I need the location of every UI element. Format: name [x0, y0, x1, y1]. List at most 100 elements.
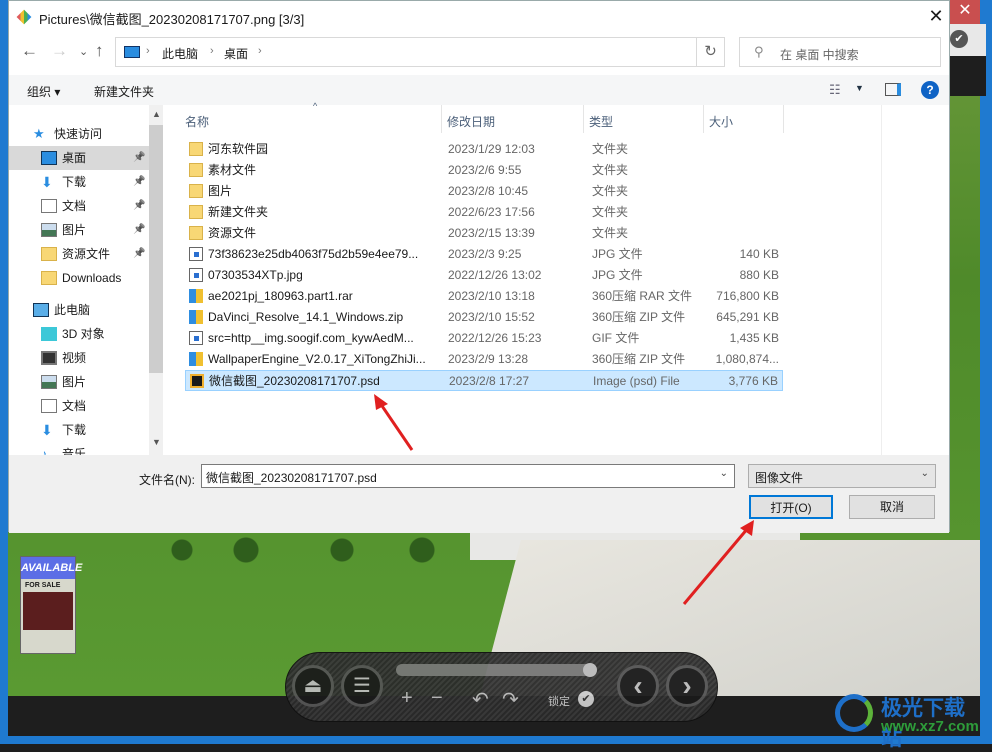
- file-type-value: 图像文件: [755, 471, 804, 485]
- file-date: 2023/2/8 17:27: [449, 374, 530, 388]
- back-button[interactable]: ←: [21, 41, 38, 61]
- menu-button[interactable]: ☰: [341, 665, 383, 707]
- column-type[interactable]: 类型: [589, 113, 613, 130]
- pin-icon[interactable]: 📌: [133, 242, 145, 266]
- file-name: src=http__img.soogif.com_kywAedM...: [208, 331, 414, 345]
- file-name: 新建文件夹: [208, 205, 269, 219]
- video-icon: [41, 351, 57, 365]
- file-row[interactable]: src=http__img.soogif.com_kywAedM... 2022/…: [185, 328, 783, 349]
- open-file-dialog: Pictures\微信截图_20230208171707.png [3/3] ✕…: [8, 0, 950, 533]
- sidebar-item[interactable]: ♪ 音乐: [9, 442, 149, 455]
- file-row[interactable]: 新建文件夹 2022/6/23 17:56 文件夹: [185, 202, 783, 223]
- file-type: 360压缩 ZIP 文件: [592, 310, 686, 324]
- photo-bushes: [150, 535, 470, 565]
- computer-icon: [124, 46, 140, 58]
- sidebar-item[interactable]: 图片 📌: [9, 218, 149, 242]
- sidebar-item[interactable]: ⬇ 下载 📌: [9, 170, 149, 194]
- file-row[interactable]: 73f38623e25db4063f75d2b59e4ee79... 2023/2…: [185, 244, 783, 265]
- file-type: Image (psd) File: [593, 374, 680, 388]
- file-row[interactable]: DaVinci_Resolve_14.1_Windows.zip 2023/2/1…: [185, 307, 783, 328]
- search-icon: ⚲: [754, 44, 764, 59]
- scroll-up-icon[interactable]: ▲: [152, 109, 161, 119]
- sidebar-item[interactable]: 3D 对象: [9, 322, 149, 346]
- file-size: 140 KB: [739, 247, 779, 261]
- file-name: WallpaperEngine_V2.0.17_XiTongZhiJi...: [208, 352, 426, 366]
- previous-button[interactable]: ‹: [617, 665, 659, 707]
- file-row[interactable]: 微信截图_20230208171707.psd 2023/2/8 17:27 Ima…: [185, 370, 783, 391]
- progress-slider[interactable]: [396, 664, 596, 676]
- cancel-button[interactable]: 取消: [849, 495, 935, 519]
- file-date: 2023/2/10 15:52: [448, 310, 535, 324]
- preview-pane-icon[interactable]: [885, 83, 901, 96]
- sign-for-sale: FOR SALE: [25, 582, 61, 589]
- new-folder-button[interactable]: 新建文件夹: [94, 83, 154, 100]
- breadcrumb-desktop[interactable]: 桌面: [224, 45, 248, 62]
- file-date: 2023/1/29 12:03: [448, 142, 535, 156]
- recent-locations-button[interactable]: ⌄: [79, 45, 88, 58]
- sidebar-item[interactable]: 文档 📌: [9, 194, 149, 218]
- check-icon[interactable]: ✔: [950, 30, 968, 48]
- viewer-close-button[interactable]: ✕: [950, 0, 980, 24]
- computer-icon: [33, 303, 49, 317]
- forward-button[interactable]: →: [51, 41, 68, 61]
- sidebar-item[interactable]: Downloads: [9, 266, 149, 290]
- file-row[interactable]: 07303534XTp.jpg 2022/12/26 13:02 JPG 文件 880…: [185, 265, 783, 286]
- file-row[interactable]: 河东软件园 2023/1/29 12:03 文件夹: [185, 139, 783, 160]
- view-dropdown-icon[interactable]: ▼: [855, 83, 864, 93]
- file-size: 3,776 KB: [728, 374, 778, 388]
- file-date: 2022/12/26 13:02: [448, 268, 542, 282]
- refresh-button[interactable]: ↻: [697, 37, 725, 67]
- pin-icon[interactable]: 📌: [133, 218, 145, 242]
- viewer-controls: ⏏ ☰ + − ↶ ↷ 锁定 ✔ ‹ ›: [285, 652, 718, 722]
- sidebar-item[interactable]: 文档: [9, 394, 149, 418]
- column-name[interactable]: 名称: [185, 113, 209, 130]
- file-type-select[interactable]: 图像文件 ⌄: [748, 464, 936, 488]
- file-row[interactable]: WallpaperEngine_V2.0.17_XiTongZhiJi... 20…: [185, 349, 783, 370]
- pin-icon[interactable]: 📌: [133, 170, 145, 194]
- next-button[interactable]: ›: [666, 665, 708, 707]
- file-type: JPG 文件: [592, 247, 643, 261]
- zoom-in-icon[interactable]: +: [401, 687, 413, 710]
- view-options-icon[interactable]: ☷: [829, 82, 841, 98]
- sidebar-item[interactable]: 此电脑: [9, 298, 149, 322]
- file-name: 素材文件: [208, 163, 257, 177]
- sidebar-item[interactable]: 视频: [9, 346, 149, 370]
- pin-icon[interactable]: 📌: [133, 194, 145, 218]
- eject-button[interactable]: ⏏: [292, 665, 334, 707]
- file-row[interactable]: 素材文件 2023/2/6 9:55 文件夹: [185, 160, 783, 181]
- rotate-left-icon[interactable]: ↶: [472, 687, 489, 712]
- sidebar-item-label: 资源文件: [62, 247, 111, 261]
- file-type: 文件夹: [592, 205, 629, 219]
- sidebar-item[interactable]: 资源文件 📌: [9, 242, 149, 266]
- pictures-icon: [41, 223, 57, 237]
- scroll-down-icon[interactable]: ▼: [152, 437, 161, 447]
- lock-checkbox[interactable]: ✔: [578, 691, 594, 707]
- help-icon[interactable]: ?: [921, 81, 939, 99]
- sign-available: AVAILABLE: [21, 557, 82, 579]
- close-button[interactable]: ✕: [925, 5, 947, 27]
- viewer-dark-strip: [950, 56, 986, 96]
- pin-icon[interactable]: 📌: [133, 146, 145, 170]
- address-bar[interactable]: › 此电脑 › 桌面 ›: [115, 37, 697, 67]
- zoom-out-icon[interactable]: −: [431, 687, 443, 710]
- column-date[interactable]: 修改日期: [447, 113, 495, 130]
- sidebar-item[interactable]: ⬇ 下载: [9, 418, 149, 442]
- file-row[interactable]: 资源文件 2023/2/15 13:39 文件夹: [185, 223, 783, 244]
- sidebar-item[interactable]: ★ 快速访问: [9, 122, 149, 146]
- search-input[interactable]: ⚲ 在 桌面 中搜索: [739, 37, 941, 67]
- rotate-right-icon[interactable]: ↷: [502, 687, 519, 712]
- progress-slider-handle[interactable]: [583, 663, 597, 677]
- file-row[interactable]: 图片 2023/2/8 10:45 文件夹: [185, 181, 783, 202]
- file-date: 2023/2/10 13:18: [448, 289, 535, 303]
- up-button[interactable]: ↑: [95, 41, 104, 61]
- column-size[interactable]: 大小: [709, 113, 733, 130]
- file-row[interactable]: ae2021pj_180963.part1.rar 2023/2/10 13:18…: [185, 286, 783, 307]
- organize-menu[interactable]: 组织 ▾: [27, 83, 60, 100]
- sidebar-item[interactable]: 图片: [9, 370, 149, 394]
- open-button[interactable]: 打开(O): [749, 495, 833, 519]
- filename-input[interactable]: 微信截图_20230208171707.psd ⌄: [201, 464, 735, 488]
- sidebar-item[interactable]: 桌面 📌: [9, 146, 149, 170]
- breadcrumb-this-pc[interactable]: 此电脑: [162, 45, 198, 62]
- sidebar-scrollbar-thumb[interactable]: [149, 125, 163, 373]
- chevron-down-icon[interactable]: ⌄: [720, 468, 728, 479]
